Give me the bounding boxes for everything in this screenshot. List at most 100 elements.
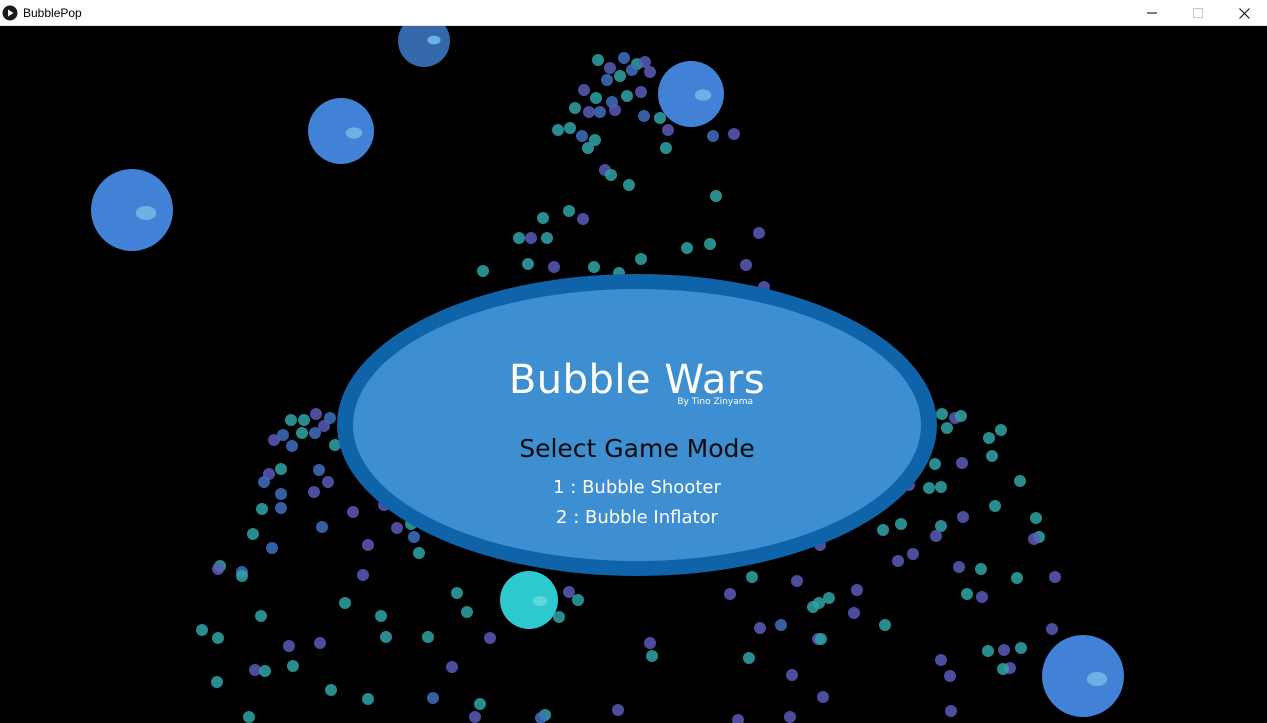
bubble-particle bbox=[775, 619, 787, 631]
bubble-particle bbox=[605, 169, 617, 181]
bubble-particle bbox=[681, 242, 693, 254]
bubble-particle bbox=[953, 561, 965, 573]
bubble-particle bbox=[316, 521, 328, 533]
bubble-particle bbox=[211, 676, 223, 688]
bubble-particle bbox=[982, 645, 994, 657]
bubble-particle bbox=[621, 90, 633, 102]
bubble-particle bbox=[347, 506, 359, 518]
bubble-particle bbox=[707, 130, 719, 142]
mode-option-bubble-inflator[interactable]: 2 : Bubble Inflator bbox=[487, 507, 787, 529]
bubble-particle bbox=[609, 104, 621, 116]
game-canvas[interactable] bbox=[0, 26, 1267, 723]
bubble-particle bbox=[998, 644, 1010, 656]
bubble-particle bbox=[569, 102, 581, 114]
bubble-particle bbox=[644, 637, 656, 649]
bubble-particle bbox=[710, 190, 722, 202]
bubble-particle bbox=[815, 633, 827, 645]
bubble-particle bbox=[743, 652, 755, 664]
bubble-particle bbox=[451, 587, 463, 599]
bubble-particle bbox=[753, 227, 765, 239]
bubble-particle bbox=[578, 84, 590, 96]
bubble-particle bbox=[513, 232, 525, 244]
large-bubble bbox=[91, 169, 173, 251]
bubble-particle bbox=[851, 584, 863, 596]
bubble-particle bbox=[308, 486, 320, 498]
maximize-button[interactable] bbox=[1175, 0, 1221, 26]
bubble-particle bbox=[474, 698, 486, 710]
bubble-particle bbox=[563, 586, 575, 598]
bubble-particle bbox=[258, 476, 270, 488]
bubble-particle bbox=[955, 410, 967, 422]
bubble-particle bbox=[196, 624, 208, 636]
bubble-particle bbox=[935, 481, 947, 493]
bubble-particle bbox=[986, 450, 998, 462]
bubble-particle bbox=[413, 547, 425, 559]
bubble-particle bbox=[957, 511, 969, 523]
bubble-particle bbox=[362, 539, 374, 551]
bubble-particle bbox=[243, 711, 255, 723]
bubble-particle bbox=[1011, 572, 1023, 584]
bubble-particle bbox=[552, 124, 564, 136]
bubble-particle bbox=[936, 408, 948, 420]
bubble-particle bbox=[929, 458, 941, 470]
bubble-particle bbox=[877, 524, 889, 536]
bubble-particle bbox=[935, 654, 947, 666]
bubble-particle bbox=[275, 463, 287, 475]
bubble-particle bbox=[732, 714, 744, 723]
bubble-particle bbox=[626, 64, 638, 76]
close-button[interactable] bbox=[1221, 0, 1267, 26]
bubble-particle bbox=[784, 711, 796, 723]
bubble-particle bbox=[577, 213, 589, 225]
bubble-particle bbox=[612, 704, 624, 716]
bubble-particle bbox=[247, 528, 259, 540]
bubble-particle bbox=[892, 555, 904, 567]
bubble-particle bbox=[310, 408, 322, 420]
bubble-particle bbox=[408, 531, 420, 543]
bubble-particle bbox=[255, 610, 267, 622]
title-bar[interactable]: BubblePop bbox=[0, 0, 1267, 26]
game-window: BubblePop Bubble Wars By Tino Zinyama Se… bbox=[0, 0, 1267, 723]
bubble-particle bbox=[446, 661, 458, 673]
bubble-particle bbox=[522, 258, 534, 270]
large-bubble bbox=[658, 61, 724, 127]
bubble-highlight bbox=[427, 35, 441, 45]
bubble-particle bbox=[923, 482, 935, 494]
bubble-particle bbox=[583, 106, 595, 118]
bubble-particle bbox=[941, 422, 953, 434]
bubble-particle bbox=[564, 122, 576, 134]
bubble-particle bbox=[1049, 571, 1061, 583]
bubble-particle bbox=[907, 548, 919, 560]
bubble-particle bbox=[618, 52, 630, 64]
bubble-highlight bbox=[1086, 672, 1108, 686]
bubble-particle bbox=[525, 232, 537, 244]
app-play-icon bbox=[2, 5, 18, 21]
bubble-particle bbox=[469, 711, 481, 723]
bubble-particle bbox=[314, 637, 326, 649]
bubble-particle bbox=[1028, 533, 1040, 545]
bubble-particle bbox=[541, 232, 553, 244]
large-bubble bbox=[1042, 635, 1124, 717]
window-controls bbox=[1129, 0, 1267, 26]
game-scene bbox=[91, 26, 1124, 723]
bubble-particle bbox=[754, 622, 766, 634]
bubble-particle bbox=[1014, 475, 1026, 487]
bubble-particle bbox=[1030, 512, 1042, 524]
bubble-particle bbox=[422, 631, 434, 643]
bubble-particle bbox=[654, 112, 666, 124]
mode-option-bubble-shooter[interactable]: 1 : Bubble Shooter bbox=[487, 477, 787, 499]
minimize-button[interactable] bbox=[1129, 0, 1175, 26]
bubble-particle bbox=[997, 663, 1009, 675]
bubble-particle bbox=[604, 62, 616, 74]
bubble-particle bbox=[362, 693, 374, 705]
bubble-particle bbox=[944, 670, 956, 682]
bubble-particle bbox=[285, 414, 297, 426]
bubble-particle bbox=[945, 705, 957, 717]
bubble-highlight bbox=[345, 127, 363, 139]
bubble-particle bbox=[484, 632, 496, 644]
bubble-particle bbox=[786, 669, 798, 681]
bubble-particle bbox=[639, 56, 651, 68]
bubble-particle bbox=[817, 691, 829, 703]
bubble-particle bbox=[588, 261, 600, 273]
bubble-particle bbox=[357, 569, 369, 581]
bubble-particle bbox=[724, 588, 736, 600]
